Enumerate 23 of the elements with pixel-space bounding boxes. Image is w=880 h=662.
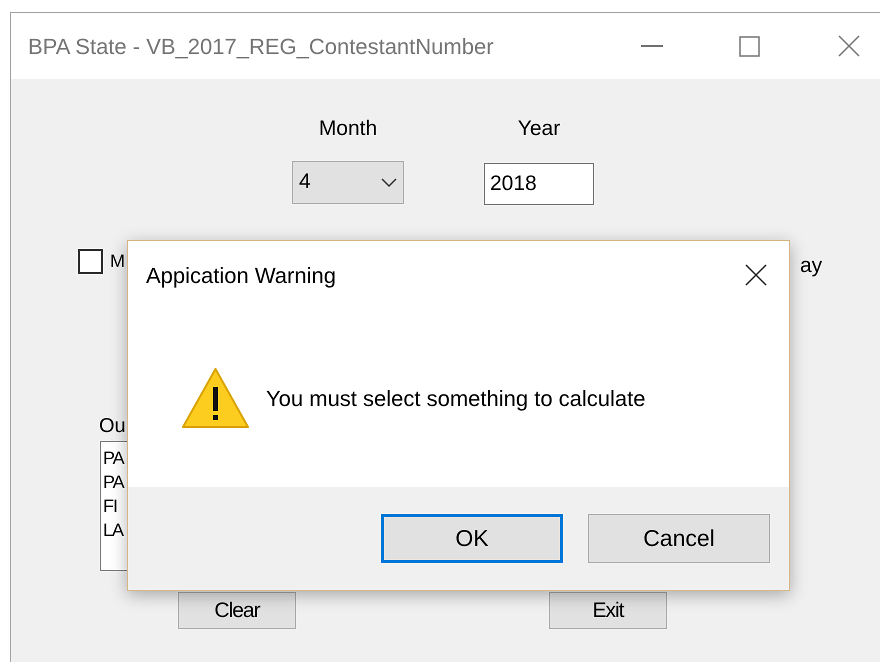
clear-button[interactable]: Clear	[178, 592, 296, 629]
checkbox[interactable]	[78, 248, 103, 274]
listbox-line: LA	[103, 519, 125, 542]
window-title: BPA State - VB_2017_REG_ContestantNumber	[28, 32, 495, 60]
year-label: Year	[518, 116, 560, 142]
maximize-icon[interactable]	[739, 36, 760, 56]
listbox-line: PA	[103, 471, 126, 494]
warning-icon	[181, 367, 250, 429]
dialog-button[interactable]: OK	[381, 514, 563, 563]
option-label: ay	[800, 252, 822, 278]
checkbox-label: M	[110, 250, 124, 273]
output-label: Ou	[99, 414, 127, 438]
chevron-down-icon	[381, 178, 397, 186]
exit-button[interactable]: Exit	[549, 592, 667, 629]
year-field[interactable]: 2018	[484, 162, 594, 204]
listbox-line: PA	[103, 447, 126, 470]
month-label: Month	[318, 116, 378, 142]
dialog-button[interactable]: Cancel	[588, 514, 770, 563]
listbox-line: FI	[103, 495, 118, 518]
dialog-message: You must select something to calculate	[266, 384, 646, 413]
close-icon[interactable]	[745, 264, 767, 286]
dialog-title: Appication Warning	[146, 262, 337, 290]
month-dropdown[interactable]: 4	[292, 160, 404, 204]
